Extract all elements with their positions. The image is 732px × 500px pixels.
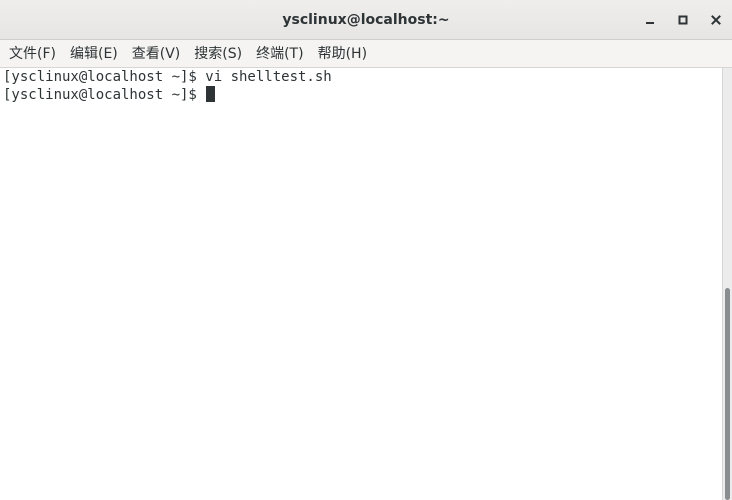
scrollbar-thumb[interactable] <box>725 288 730 500</box>
terminal-area[interactable]: [ysclinux@localhost ~]$ vi shelltest.sh … <box>0 68 722 500</box>
maximize-icon <box>678 15 688 25</box>
close-icon <box>711 15 721 25</box>
window-title: ysclinux@localhost:~ <box>282 12 450 28</box>
terminal-line: [ysclinux@localhost ~]$ vi shelltest.sh <box>3 68 722 86</box>
title-bar[interactable]: ysclinux@localhost:~ <box>0 0 732 40</box>
menu-edit[interactable]: 编辑(E) <box>63 40 125 68</box>
vertical-scrollbar[interactable] <box>722 68 732 500</box>
text-cursor <box>206 86 216 102</box>
terminal-prompt: [ysclinux@localhost ~]$ <box>3 87 206 103</box>
close-button[interactable] <box>706 10 726 30</box>
menu-search[interactable]: 搜索(S) <box>187 40 249 68</box>
menu-terminal[interactable]: 终端(T) <box>249 40 310 68</box>
terminal-line-current: [ysclinux@localhost ~]$ <box>3 86 722 104</box>
menu-bar: 文件(F) 编辑(E) 查看(V) 搜索(S) 终端(T) 帮助(H) <box>0 40 732 68</box>
menu-file[interactable]: 文件(F) <box>2 40 63 68</box>
terminal-line-text: [ysclinux@localhost ~]$ vi shelltest.sh <box>3 69 332 85</box>
minimize-icon <box>646 22 654 24</box>
menu-help[interactable]: 帮助(H) <box>311 40 374 68</box>
maximize-button[interactable] <box>673 10 693 30</box>
menu-view[interactable]: 查看(V) <box>125 40 188 68</box>
minimize-button[interactable] <box>640 10 660 30</box>
terminal-window: ysclinux@localhost:~ 文件(F) 编辑(E) 查看(V) 搜… <box>0 0 732 500</box>
